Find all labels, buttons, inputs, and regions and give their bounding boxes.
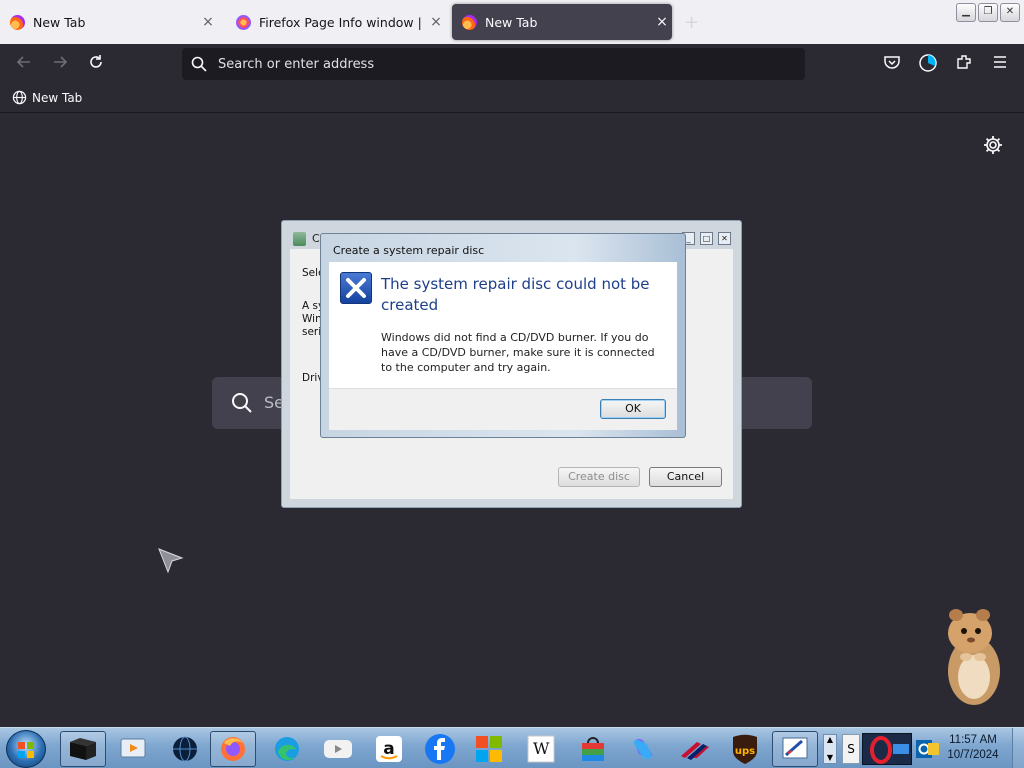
- close-icon[interactable]: ×: [198, 14, 218, 30]
- tab-page-info[interactable]: Firefox Page Info window | Firef ×: [226, 4, 446, 40]
- edge-icon: [275, 737, 299, 761]
- bookmark-new-tab[interactable]: New Tab: [12, 90, 82, 105]
- tray-app-s[interactable]: S: [842, 734, 860, 764]
- cancel-button[interactable]: Cancel: [649, 467, 722, 487]
- ups-shield-icon: ups: [733, 734, 757, 764]
- taskbar-app-tv[interactable]: [110, 731, 156, 767]
- svg-text:ups: ups: [735, 746, 755, 757]
- ok-button[interactable]: OK: [600, 399, 666, 419]
- reload-icon[interactable]: [84, 53, 108, 77]
- taskbar-app-microsoft-store[interactable]: [466, 731, 512, 767]
- taskbar-app-paint[interactable]: [772, 731, 818, 767]
- taskbar-app-shopping-bag[interactable]: [570, 731, 616, 767]
- globe-icon: [12, 90, 27, 105]
- taskbar-app-copilot[interactable]: [620, 731, 666, 767]
- maximize-button[interactable]: □: [700, 232, 713, 245]
- black-box-icon: [70, 738, 96, 760]
- close-window-button[interactable]: ✕: [1000, 3, 1020, 22]
- amazon-icon: a: [376, 736, 402, 762]
- taskbar-app-wikipedia[interactable]: W: [518, 731, 564, 767]
- hamster-pet-icon: [948, 609, 1000, 705]
- copilot-icon: [633, 739, 653, 759]
- bank-flag-icon: [681, 742, 709, 760]
- error-heading: The system repair disc could not be crea…: [381, 275, 650, 314]
- tab-new-tab-1[interactable]: New Tab ×: [0, 4, 218, 40]
- facebook-icon: [425, 734, 455, 764]
- description-line: seri: [302, 326, 322, 338]
- start-button[interactable]: [6, 730, 46, 768]
- youtube-icon: [324, 740, 352, 758]
- description-line: Win: [302, 313, 322, 325]
- firefox-globe-icon: [236, 14, 251, 30]
- firefox-icon: [462, 14, 477, 30]
- tray-scroll-icon[interactable]: ▲ ▼: [823, 734, 837, 764]
- taskbar-app-browser-globe[interactable]: [162, 731, 208, 767]
- taskbar-app-edge[interactable]: [264, 731, 310, 767]
- restore-button[interactable]: ❐: [978, 3, 998, 22]
- minimize-button[interactable]: ▁: [956, 3, 976, 22]
- tray-letter: S: [847, 742, 855, 756]
- shopping-bag-icon: [582, 737, 604, 761]
- close-icon[interactable]: ×: [426, 14, 446, 30]
- taskbar-app-ups[interactable]: ups: [722, 731, 768, 767]
- close-window-button[interactable]: ✕: [718, 232, 731, 245]
- bookmarks-toolbar: New Tab: [0, 86, 1024, 113]
- error-icon: [340, 272, 372, 304]
- microsoft-logo-icon: [476, 736, 502, 762]
- tab-title: New Tab: [485, 14, 538, 30]
- taskbar-app-bank-of-america[interactable]: [671, 731, 717, 767]
- search-icon: [191, 56, 207, 72]
- search-icon: [232, 393, 252, 413]
- mouse-pointer-icon: [158, 548, 184, 574]
- error-message: Windows did not find a CD/DVD burner. If…: [381, 331, 655, 374]
- forward-icon[interactable]: [48, 53, 72, 77]
- firefox-icon: [221, 737, 245, 761]
- taskbar-app-media-player[interactable]: [60, 731, 106, 767]
- taskbar-app-youtube[interactable]: [315, 731, 361, 767]
- tab-title: New Tab: [33, 14, 86, 30]
- wiki-letter: W: [533, 739, 550, 758]
- pocket-icon[interactable]: [880, 53, 904, 77]
- svg-text:a: a: [383, 739, 394, 759]
- show-desktop-button[interactable]: [1012, 728, 1024, 768]
- taskbar-app-firefox[interactable]: [210, 731, 256, 767]
- windows-logo-icon: [18, 742, 34, 758]
- paint-canvas-icon: [782, 737, 808, 759]
- taskbar-app-amazon[interactable]: a: [366, 731, 412, 767]
- outlook-icon: [916, 740, 939, 758]
- media-center-icon: [120, 738, 146, 758]
- gear-icon[interactable]: [982, 134, 1004, 156]
- dialog-title: Create a system repair disc: [333, 244, 485, 257]
- clock-date: 10/7/2024: [947, 749, 999, 761]
- create-disc-button[interactable]: Create disc: [558, 467, 640, 487]
- dialog-body: The system repair disc could not be crea…: [329, 262, 677, 388]
- dialog-footer: OK: [329, 388, 677, 430]
- menu-icon[interactable]: [988, 53, 1012, 77]
- tab-title: Firefox Page Info window | Firef: [259, 14, 426, 30]
- extensions-icon[interactable]: [952, 53, 976, 77]
- back-icon[interactable]: [12, 53, 36, 77]
- disc-app-icon: [293, 232, 306, 246]
- address-input[interactable]: [218, 56, 805, 72]
- clock-time: 11:57 AM: [949, 734, 997, 746]
- tray-app-preview[interactable]: [862, 733, 912, 765]
- window-title: C: [312, 232, 320, 245]
- address-bar[interactable]: [182, 48, 805, 80]
- firefox-icon: [10, 14, 25, 30]
- taskbar: a W ups ▲ ▼ S 11:57 AM 10/7/2024: [0, 727, 1024, 768]
- tab-new-tab-active[interactable]: New Tab ×: [452, 4, 672, 40]
- close-icon[interactable]: ×: [652, 14, 672, 30]
- tab-strip: New Tab × Firefox Page Info window | Fir…: [0, 0, 1024, 44]
- opera-icon: [870, 736, 909, 764]
- error-dialog: Create a system repair disc The system r…: [320, 233, 686, 438]
- bookmark-label: New Tab: [32, 90, 83, 105]
- tray-app-outlook[interactable]: [914, 734, 940, 764]
- navigation-toolbar: [0, 44, 1024, 86]
- new-tab-plus-icon[interactable]: +: [684, 12, 699, 33]
- dark-globe-icon: [173, 736, 197, 762]
- taskbar-app-facebook[interactable]: [417, 731, 463, 767]
- system-clock[interactable]: 11:57 AM 10/7/2024: [940, 733, 1006, 763]
- account-icon[interactable]: [916, 53, 940, 77]
